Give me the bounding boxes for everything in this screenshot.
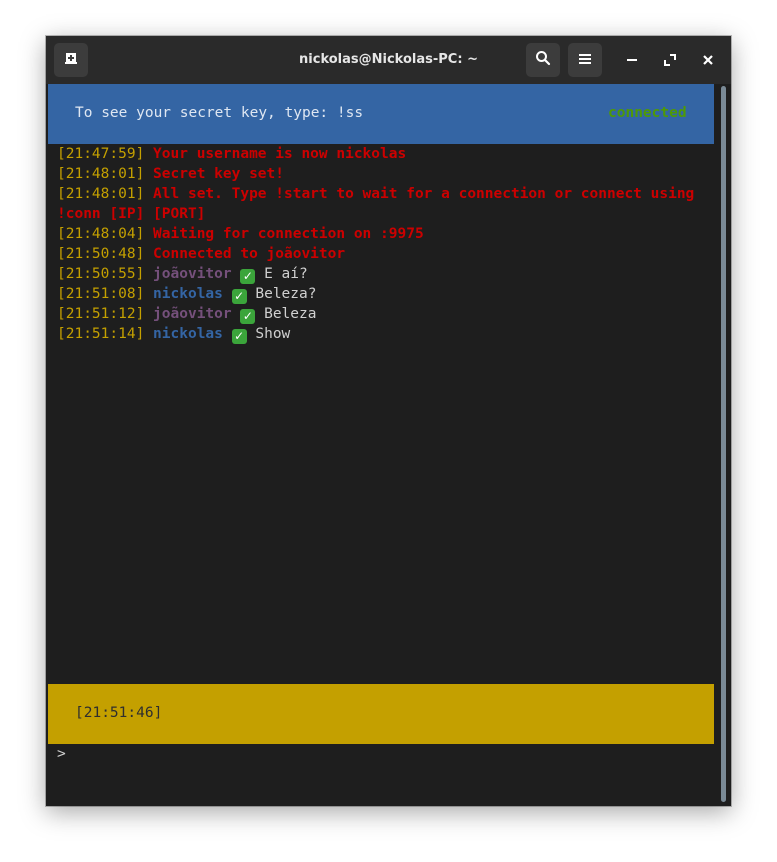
timestamp: [21:48:04] xyxy=(57,226,145,242)
chat-message: [21:51:12] joãovitor ✓ Beleza xyxy=(57,304,717,324)
search-button[interactable] xyxy=(526,43,560,77)
info-bar: To see your secret key, type: !ss connec… xyxy=(48,84,714,144)
info-hint: To see your secret key, type: !ss xyxy=(75,105,364,121)
message-text: Show xyxy=(255,326,291,342)
hamburger-menu-icon xyxy=(578,51,592,70)
message-text: Beleza? xyxy=(255,286,317,302)
timestamp: [21:48:01] xyxy=(57,186,145,202)
system-message: All set. Type !start to wait for a conne… xyxy=(153,186,695,202)
system-message: !conn [IP] [PORT] xyxy=(57,206,206,222)
new-tab-icon xyxy=(63,50,79,70)
new-tab-button[interactable] xyxy=(54,43,88,77)
search-icon xyxy=(535,50,551,70)
log-line: [21:48:01] Secret key set! xyxy=(57,164,717,184)
username: joãovitor xyxy=(153,306,232,322)
log-line: [21:47:59] Your username is now nickolas xyxy=(57,144,717,164)
clock-bar: [21:51:46] xyxy=(48,684,714,744)
system-message: Waiting for connection on :9975 xyxy=(153,226,424,242)
log-line: [21:48:01] All set. Type !start to wait … xyxy=(57,184,717,204)
chat-message: [21:50:55] joãovitor ✓ E aí? xyxy=(57,264,717,284)
minimize-icon xyxy=(626,51,638,70)
check-mark-icon: ✓ xyxy=(240,269,256,284)
timestamp: [21:51:08] xyxy=(57,286,145,302)
timestamp: [21:50:55] xyxy=(57,266,145,282)
system-message: Secret key set! xyxy=(153,166,284,182)
prompt-symbol: > xyxy=(57,746,66,762)
log-line: [21:48:04] Waiting for connection on :99… xyxy=(57,224,717,244)
timestamp: [21:51:12] xyxy=(57,306,145,322)
close-icon xyxy=(702,51,714,70)
timestamp: [21:51:14] xyxy=(57,326,145,342)
log-line: [21:50:48] Connected to joãovitor xyxy=(57,244,717,264)
connection-status: connected xyxy=(608,105,687,121)
scrollbar[interactable] xyxy=(721,86,726,802)
terminal-area[interactable]: To see your secret key, type: !ss connec… xyxy=(46,84,731,806)
chat-message: [21:51:08] nickolas ✓ Beleza? xyxy=(57,284,717,304)
username: nickolas xyxy=(153,286,223,302)
system-message: Connected to joãovitor xyxy=(153,246,346,262)
menu-button[interactable] xyxy=(568,43,602,77)
title-bar: nickolas@Nickolas-PC: ~ xyxy=(46,36,731,84)
system-message: Your username is now nickolas xyxy=(153,146,407,162)
timestamp: [21:47:59] xyxy=(57,146,145,162)
window-title: nickolas@Nickolas-PC: ~ xyxy=(299,52,478,67)
close-button[interactable] xyxy=(696,48,720,72)
chat-message: [21:51:14] nickolas ✓ Show xyxy=(57,324,717,344)
timestamp: [21:48:01] xyxy=(57,166,145,182)
maximize-button[interactable] xyxy=(658,48,682,72)
maximize-icon xyxy=(664,51,676,70)
message-log: [21:47:59] Your username is now nickolas… xyxy=(57,144,717,344)
timestamp: [21:50:48] xyxy=(57,246,145,262)
username: joãovitor xyxy=(153,266,232,282)
message-text: Beleza xyxy=(264,306,317,322)
message-text: E aí? xyxy=(264,266,308,282)
terminal-window: nickolas@Nickolas-PC: ~ To see your secr… xyxy=(46,36,731,806)
log-line: !conn [IP] [PORT] xyxy=(57,204,717,224)
current-time: [21:51:46] xyxy=(75,705,163,721)
check-mark-icon: ✓ xyxy=(240,309,256,324)
username: nickolas xyxy=(153,326,223,342)
check-mark-icon: ✓ xyxy=(231,289,247,304)
check-mark-icon: ✓ xyxy=(231,329,247,344)
minimize-button[interactable] xyxy=(620,48,644,72)
input-prompt[interactable]: > xyxy=(57,744,707,764)
